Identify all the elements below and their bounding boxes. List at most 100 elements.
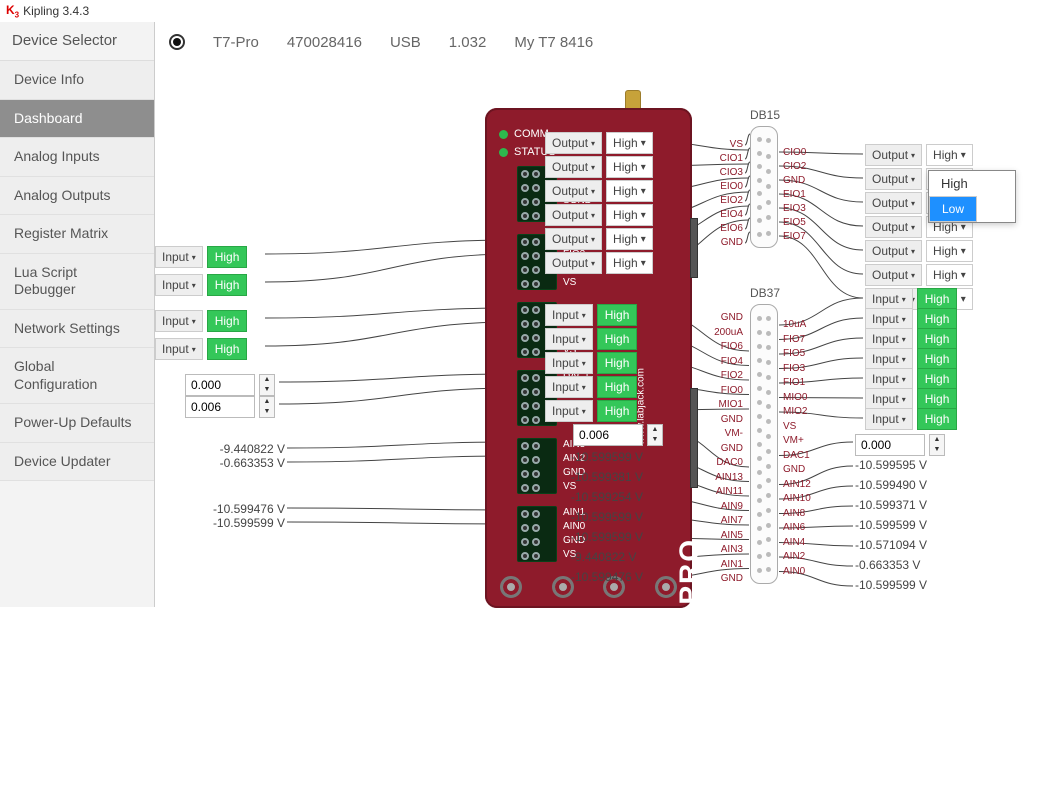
- db37-right-pin-14: AIN6: [783, 521, 805, 535]
- pin-labels-blk5: AIN3AIN2GNDVS: [563, 438, 585, 494]
- input-mode-button[interactable]: Input ▾: [865, 348, 913, 370]
- sidebar-item-register-matrix[interactable]: Register Matrix: [0, 215, 154, 254]
- state-badge[interactable]: High: [207, 310, 248, 332]
- db15-left-pin-cio3: CIO3: [707, 166, 743, 180]
- dropdown-option-high[interactable]: High: [929, 171, 1015, 196]
- state-badge[interactable]: High: [917, 348, 958, 370]
- output-mode-button[interactable]: Output ▾: [865, 264, 922, 286]
- state-badge[interactable]: High: [597, 400, 638, 422]
- db15-left-pin-eio2: EIO2: [707, 194, 743, 208]
- output-mode-button[interactable]: Output ▾: [545, 204, 602, 226]
- input-mode-button[interactable]: Input ▾: [155, 338, 203, 360]
- dac0-spinner[interactable]: ▲▼: [259, 396, 275, 418]
- state-select[interactable]: High ▾: [606, 180, 653, 202]
- input-mode-button[interactable]: Input ▾: [865, 308, 913, 330]
- state-select[interactable]: High ▾: [926, 264, 973, 286]
- input-mode-button[interactable]: Input ▾: [865, 328, 913, 350]
- sidebar-item-dashboard[interactable]: Dashboard: [0, 100, 154, 139]
- db37-right-ain-5: -0.663353 V: [855, 558, 920, 572]
- state-select[interactable]: High ▾: [606, 132, 653, 154]
- output-mode-button[interactable]: Output ▾: [865, 168, 922, 190]
- state-badge[interactable]: High: [207, 274, 248, 296]
- output-mode-button[interactable]: Output ▾: [545, 180, 602, 202]
- input-mode-button[interactable]: Input ▾: [865, 288, 913, 310]
- db37-right-ain-2: -10.599371 V: [855, 498, 927, 512]
- sidebar-item-power-up-defaults[interactable]: Power-Up Defaults: [0, 404, 154, 443]
- device-fw: 1.032: [449, 34, 487, 51]
- input-mode-button[interactable]: Input ▾: [545, 352, 593, 374]
- dac0-input[interactable]: [185, 396, 255, 418]
- state-select[interactable]: High ▾: [926, 144, 973, 166]
- db37-right-dac-input[interactable]: [855, 434, 925, 456]
- state-select[interactable]: High ▾: [606, 204, 653, 226]
- dac1-spinner[interactable]: ▲▼: [259, 374, 275, 396]
- db15-left-pin-eio4: EIO4: [707, 208, 743, 222]
- db37-right-ain-4: -10.571094 V: [855, 538, 927, 552]
- output-mode-button[interactable]: Output ▾: [545, 252, 602, 274]
- state-badge[interactable]: High: [917, 368, 958, 390]
- state-badge[interactable]: High: [207, 246, 248, 268]
- sidebar-item-device-updater[interactable]: Device Updater: [0, 443, 154, 482]
- sidebar-item-lua-script-debugger[interactable]: Lua Script Debugger: [0, 254, 154, 310]
- state-badge[interactable]: High: [597, 328, 638, 350]
- db37-right-pin-1: FIO7: [783, 333, 805, 347]
- db37-left-dac-spinner[interactable]: ▲▼: [647, 424, 663, 446]
- state-select[interactable]: High ▾: [606, 228, 653, 250]
- state-select[interactable]: High ▾: [606, 156, 653, 178]
- input-mode-button[interactable]: Input ▾: [865, 368, 913, 390]
- db37-right-pin-5: MIO0: [783, 391, 807, 405]
- state-badge[interactable]: High: [917, 408, 958, 430]
- output-mode-button[interactable]: Output ▾: [865, 240, 922, 262]
- output-mode-button[interactable]: Output ▾: [545, 228, 602, 250]
- sidebar-item-analog-inputs[interactable]: Analog Inputs: [0, 138, 154, 177]
- db37-left-pin-16: AIN3: [703, 543, 743, 557]
- state-badge[interactable]: High: [597, 376, 638, 398]
- state-badge[interactable]: High: [597, 304, 638, 326]
- input-mode-button[interactable]: Input ▾: [155, 246, 203, 268]
- state-select[interactable]: High ▾: [606, 252, 653, 274]
- input-mode-button[interactable]: Input ▾: [545, 304, 593, 326]
- db15-right-pin-gnd: GND: [783, 174, 805, 188]
- db15-left-pin-cio1: CIO1: [707, 152, 743, 166]
- device-conn: USB: [390, 34, 421, 51]
- state-badge[interactable]: High: [917, 328, 958, 350]
- output-mode-button[interactable]: Output ▾: [545, 132, 602, 154]
- db15-connector: [750, 126, 778, 248]
- db15-right-pin-eio3: EIO3: [783, 202, 806, 216]
- input-mode-button[interactable]: Input ▾: [545, 376, 593, 398]
- dropdown-option-low[interactable]: Low: [929, 196, 977, 222]
- input-mode-button[interactable]: Input ▾: [155, 274, 203, 296]
- device-radio[interactable]: [169, 34, 185, 50]
- db37-left-pin-8: VM-: [703, 427, 743, 441]
- db37-right-pin-0: 10uA: [783, 318, 806, 332]
- ain1-value: -10.599476 V: [191, 502, 285, 516]
- state-select[interactable]: High ▾: [926, 240, 973, 262]
- output-mode-button[interactable]: Output ▾: [865, 192, 922, 214]
- output-mode-button[interactable]: Output ▾: [865, 144, 922, 166]
- state-badge[interactable]: High: [917, 388, 958, 410]
- db37-left-dac-input[interactable]: [573, 424, 643, 446]
- output-mode-button[interactable]: Output ▾: [865, 216, 922, 238]
- sidebar-item-network-settings[interactable]: Network Settings: [0, 310, 154, 349]
- input-mode-button[interactable]: Input ▾: [545, 400, 593, 422]
- state-badge[interactable]: High: [597, 352, 638, 374]
- db37-right-ain-0: -10.599595 V: [855, 458, 927, 472]
- input-mode-button[interactable]: Input ▾: [545, 328, 593, 350]
- dac1-input[interactable]: [185, 374, 255, 396]
- input-mode-button[interactable]: Input ▾: [155, 310, 203, 332]
- db37-left-pin-2: FIO6: [703, 340, 743, 354]
- sidebar-item-analog-outputs[interactable]: Analog Outputs: [0, 177, 154, 216]
- input-mode-button[interactable]: Input ▾: [865, 408, 913, 430]
- sidebar-item-global-configuration[interactable]: Global Configuration: [0, 348, 154, 404]
- state-badge[interactable]: High: [207, 338, 248, 360]
- input-mode-button[interactable]: Input ▾: [865, 388, 913, 410]
- sidebar-item-device-info[interactable]: Device Info: [0, 61, 154, 100]
- state-badge[interactable]: High: [917, 308, 958, 330]
- sidebar: Device Selector Device InfoDashboardAnal…: [0, 22, 155, 607]
- output-mode-button[interactable]: Output ▾: [545, 156, 602, 178]
- db37-left-pin-0: GND: [703, 311, 743, 325]
- db37-right-dac-spinner[interactable]: ▲▼: [929, 434, 945, 456]
- db37-right-pin-12: AIN10: [783, 492, 811, 506]
- state-dropdown[interactable]: High Low: [928, 170, 1016, 223]
- state-badge[interactable]: High: [917, 288, 958, 310]
